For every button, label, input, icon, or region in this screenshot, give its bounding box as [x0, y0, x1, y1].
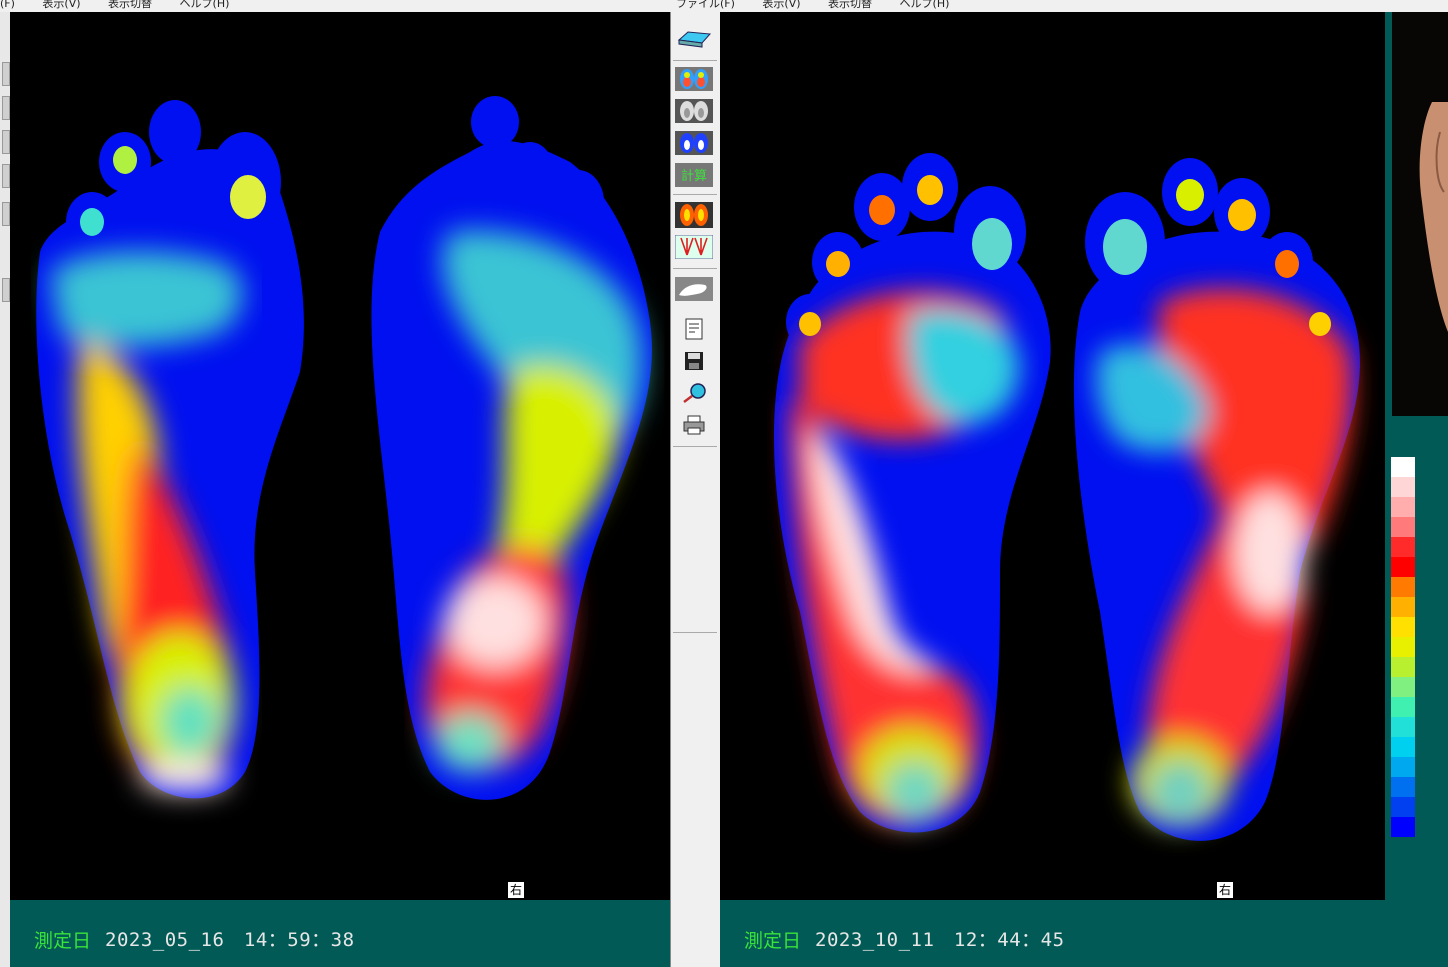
scale-swatch [1391, 617, 1415, 637]
left-menubar: (F) 表示(V) 表示切替 ヘルプ(H) [0, 0, 668, 12]
right-footprint [1073, 158, 1360, 841]
scale-swatch [1391, 457, 1415, 477]
measurement-status-bar: 測定日 2023_10_11 12：44：45 [720, 900, 1385, 967]
color-feet-icon [675, 67, 713, 91]
edge-button[interactable] [2, 164, 10, 188]
lines-feet-button[interactable] [675, 234, 713, 260]
measurement-status-bar: 測定日 2023_05_16 14：59：38 [10, 900, 670, 967]
color-feet-button[interactable] [675, 66, 713, 92]
measure-date-label: 測定日 [34, 930, 92, 952]
scale-swatch [1391, 597, 1415, 617]
vertical-toolbar: 計算 [670, 12, 722, 967]
foot-scan-button[interactable] [675, 276, 713, 302]
calc-icon: 計算 [675, 163, 713, 187]
menu-file[interactable]: ファイル(F) [676, 0, 735, 10]
toolbar-separator [673, 446, 717, 447]
heat-feet-button[interactable] [675, 202, 713, 228]
lines-feet-icon [675, 235, 713, 259]
measure-date-label: 測定日 [744, 930, 802, 952]
menu-help[interactable]: ヘルプ(H) [180, 0, 230, 10]
search-icon [683, 383, 706, 403]
scale-swatch [1391, 677, 1415, 697]
blue-feet-button[interactable] [675, 130, 713, 156]
left-footprint [773, 153, 1051, 833]
side-label: 右 [508, 882, 524, 898]
pressure-image-canvas: 右 [720, 12, 1385, 900]
calc-label: 計算 [681, 168, 707, 184]
document-button[interactable] [675, 316, 713, 342]
foot-scan-icon [675, 277, 713, 301]
menu-view[interactable]: 表示(V) [42, 0, 80, 10]
document-icon [685, 318, 703, 340]
scale-swatch [1391, 777, 1415, 797]
menu-switch[interactable]: 表示切替 [108, 0, 152, 10]
right-menubar: ファイル(F) 表示(V) 表示切替 ヘルプ(H) [676, 0, 1448, 12]
left-footprint [36, 100, 304, 799]
menu-help[interactable]: ヘルプ(H) [900, 0, 950, 10]
menu-view[interactable]: 表示(V) [762, 0, 800, 10]
scale-swatch [1391, 797, 1415, 817]
scale-swatch [1391, 817, 1415, 837]
search-button[interactable] [675, 380, 713, 406]
toolbar-separator [673, 268, 717, 269]
edge-button[interactable] [2, 130, 10, 154]
scanner-button[interactable] [675, 26, 713, 52]
scanner-icon [677, 31, 712, 48]
edge-button[interactable] [2, 202, 10, 226]
heat-feet-icon [675, 202, 713, 228]
scale-swatch [1391, 657, 1415, 677]
right-footprint [371, 96, 652, 800]
scale-swatch [1391, 497, 1415, 517]
gray-feet-button[interactable] [675, 98, 713, 124]
gray-feet-icon [675, 99, 713, 123]
toolbar-separator [673, 632, 717, 633]
scale-swatch [1391, 577, 1415, 597]
print-button[interactable] [675, 412, 713, 438]
pressure-color-scale [1391, 457, 1415, 837]
pressure-footprint-image [36, 96, 652, 800]
calc-button[interactable]: 計算 [675, 162, 713, 188]
foot-photo-image [1419, 102, 1448, 332]
scale-swatch [1391, 517, 1415, 537]
scale-swatch [1391, 537, 1415, 557]
pressure-footprint-image [773, 153, 1360, 841]
measure-datetime: 2023_05_16 14：59：38 [105, 929, 355, 951]
scale-swatch [1391, 557, 1415, 577]
scale-swatch [1391, 737, 1415, 757]
right-measurement-pane: 右 測定日 2023_10_11 12：44：45 [720, 12, 1448, 967]
blue-feet-icon [675, 131, 713, 155]
save-button[interactable] [675, 348, 713, 374]
edge-button[interactable] [2, 62, 10, 86]
toolbar-separator [673, 194, 717, 195]
pressure-image-canvas: 右 [10, 12, 670, 900]
scale-swatch [1391, 717, 1415, 737]
foot-photo [1392, 12, 1448, 416]
scale-swatch [1391, 637, 1415, 657]
left-measurement-pane: 右 測定日 2023_05_16 14：59：38 [0, 12, 670, 967]
edge-button[interactable] [2, 278, 10, 302]
side-panel [1385, 12, 1448, 967]
measure-datetime: 2023_10_11 12：44：45 [815, 929, 1065, 951]
menu-switch[interactable]: 表示切替 [828, 0, 872, 10]
toolbar-separator [673, 60, 717, 61]
scale-swatch [1391, 757, 1415, 777]
save-icon [685, 352, 703, 370]
scale-swatch [1391, 697, 1415, 717]
side-label: 右 [1217, 882, 1233, 898]
edge-button[interactable] [2, 96, 10, 120]
menu-file[interactable]: (F) [0, 0, 15, 10]
scale-swatch [1391, 477, 1415, 497]
print-icon [683, 415, 705, 435]
